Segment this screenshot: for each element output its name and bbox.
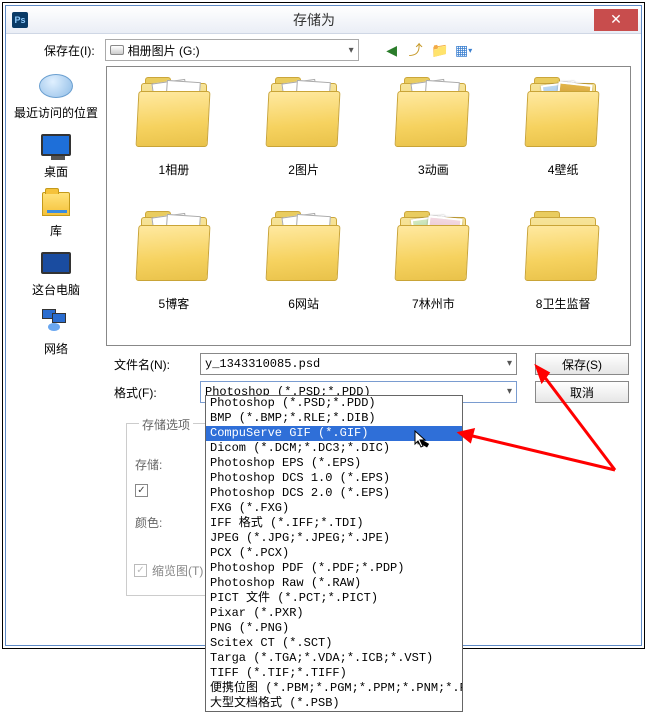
network-icon — [42, 309, 70, 335]
folder-icon — [524, 77, 602, 155]
place-network[interactable]: 网络 — [11, 306, 101, 357]
place-recent[interactable]: 最近访问的位置 — [11, 70, 101, 121]
chevron-down-icon: ▾ — [507, 386, 512, 398]
folder-icon — [524, 211, 602, 289]
format-option[interactable]: Targa (*.TGA;*.VDA;*.ICB;*.VST) — [206, 651, 462, 666]
folder-item[interactable]: 3动画 — [371, 75, 497, 209]
place-label: 库 — [50, 222, 62, 239]
format-option[interactable]: TIFF (*.TIF;*.TIFF) — [206, 666, 462, 681]
folder-label: 4壁纸 — [548, 161, 579, 178]
cancel-button[interactable]: 取消 — [535, 381, 629, 403]
options-legend: 存储选项 — [139, 416, 193, 433]
save-in-label: 保存在(I): — [44, 42, 95, 59]
chevron-down-icon: ▾ — [507, 358, 512, 370]
format-option[interactable]: BMP (*.BMP;*.RLE;*.DIB) — [206, 411, 462, 426]
folder-icon — [135, 77, 213, 155]
format-option[interactable]: Pixar (*.PXR) — [206, 606, 462, 621]
save-in-select[interactable]: 相册图片 (G:) ▾ — [105, 39, 359, 61]
place-label: 最近访问的位置 — [14, 104, 98, 121]
checkbox[interactable]: ✓ — [135, 484, 148, 497]
recent-icon — [39, 74, 73, 98]
places-sidebar: 最近访问的位置 桌面 库 这台电脑 网络 — [6, 66, 106, 346]
close-icon: ✕ — [610, 11, 622, 28]
folder-icon — [394, 77, 472, 155]
folder-item[interactable]: 2图片 — [241, 75, 367, 209]
file-list-pane[interactable]: 1相册 2图片 3动画 4壁纸 5博客 6网站 7林州市 8卫生监督 — [106, 66, 631, 346]
format-option[interactable]: CompuServe GIF (*.GIF) — [206, 426, 462, 441]
back-icon[interactable]: ◀ — [383, 41, 401, 59]
up-one-level-icon[interactable]: ⤴ — [407, 41, 425, 59]
save-button-label: 保存(S) — [562, 356, 602, 373]
folder-label: 2图片 — [288, 161, 319, 178]
format-label: 格式(F): — [114, 384, 192, 401]
format-option[interactable]: Photoshop DCS 1.0 (*.EPS) — [206, 471, 462, 486]
folder-item[interactable]: 4壁纸 — [500, 75, 626, 209]
color-label: 颜色: — [135, 514, 183, 531]
cancel-button-label: 取消 — [570, 384, 594, 401]
thumbnail-label: 缩览图(T) — [152, 562, 203, 579]
format-option[interactable]: 大型文档格式 (*.PSB) — [206, 696, 462, 711]
format-option[interactable]: JPEG (*.JPG;*.JPEG;*.JPE) — [206, 531, 462, 546]
computer-icon — [41, 252, 71, 274]
save-in-value: 相册图片 (G:) — [128, 42, 345, 59]
folder-label: 3动画 — [418, 161, 449, 178]
folder-label: 6网站 — [288, 295, 319, 312]
library-icon — [42, 192, 70, 216]
format-option[interactable]: Photoshop DCS 2.0 (*.EPS) — [206, 486, 462, 501]
folder-icon — [135, 211, 213, 289]
thumbnail-checkbox[interactable]: ✓ — [134, 564, 147, 577]
store-label: 存储: — [135, 456, 183, 473]
view-menu-icon[interactable]: ▦▾ — [455, 41, 473, 59]
folder-label: 7林州市 — [412, 295, 455, 312]
folder-item[interactable]: 7林州市 — [371, 209, 497, 343]
folder-icon — [265, 211, 343, 289]
new-folder-icon[interactable]: 📁 — [431, 41, 449, 59]
filename-value: y_1343310085.psd — [205, 357, 320, 371]
desktop-icon — [41, 134, 71, 156]
save-button[interactable]: 保存(S) — [535, 353, 629, 375]
format-dropdown-list[interactable]: Photoshop (*.PSD;*.PDD)BMP (*.BMP;*.RLE;… — [205, 395, 463, 712]
filename-input[interactable]: y_1343310085.psd ▾ — [200, 353, 517, 375]
format-option[interactable]: Dicom (*.DCM;*.DC3;*.DIC) — [206, 441, 462, 456]
place-library[interactable]: 库 — [11, 188, 101, 239]
format-option[interactable]: IFF 格式 (*.IFF;*.TDI) — [206, 516, 462, 531]
folder-item[interactable]: 1相册 — [111, 75, 237, 209]
format-option[interactable]: Photoshop Raw (*.RAW) — [206, 576, 462, 591]
format-option[interactable]: Photoshop PDF (*.PDF;*.PDP) — [206, 561, 462, 576]
format-option[interactable]: FXG (*.FXG) — [206, 501, 462, 516]
format-option[interactable]: 便携位图 (*.PBM;*.PGM;*.PPM;*.PNM;*.PFM;*.PA… — [206, 681, 462, 696]
titlebar: Ps 存储为 ✕ — [6, 6, 641, 34]
folder-icon — [394, 211, 472, 289]
chevron-down-icon: ▾ — [349, 45, 354, 56]
place-label: 这台电脑 — [32, 281, 80, 298]
folder-label: 8卫生监督 — [536, 295, 591, 312]
format-option[interactable]: PNG (*.PNG) — [206, 621, 462, 636]
format-option[interactable]: Photoshop (*.PSD;*.PDD) — [206, 396, 462, 411]
folder-icon — [265, 77, 343, 155]
folder-item[interactable]: 6网站 — [241, 209, 367, 343]
place-label: 网络 — [44, 340, 68, 357]
drive-icon — [110, 45, 124, 55]
format-option[interactable]: PICT 文件 (*.PCT;*.PICT) — [206, 591, 462, 606]
format-option[interactable]: PCX (*.PCX) — [206, 546, 462, 561]
format-option[interactable]: Photoshop EPS (*.EPS) — [206, 456, 462, 471]
folder-label: 5博客 — [159, 295, 190, 312]
folder-label: 1相册 — [159, 161, 190, 178]
place-desktop[interactable]: 桌面 — [11, 129, 101, 180]
close-button[interactable]: ✕ — [594, 9, 638, 31]
dialog-title: 存储为 — [34, 10, 594, 30]
save-in-toolbar: 保存在(I): 相册图片 (G:) ▾ ◀ ⤴ 📁 ▦▾ — [6, 34, 641, 66]
app-icon: Ps — [12, 12, 28, 28]
folder-item[interactable]: 8卫生监督 — [500, 209, 626, 343]
filename-label: 文件名(N): — [114, 356, 192, 373]
place-this-pc[interactable]: 这台电脑 — [11, 247, 101, 298]
format-option[interactable]: Scitex CT (*.SCT) — [206, 636, 462, 651]
folder-item[interactable]: 5博客 — [111, 209, 237, 343]
place-label: 桌面 — [44, 163, 68, 180]
